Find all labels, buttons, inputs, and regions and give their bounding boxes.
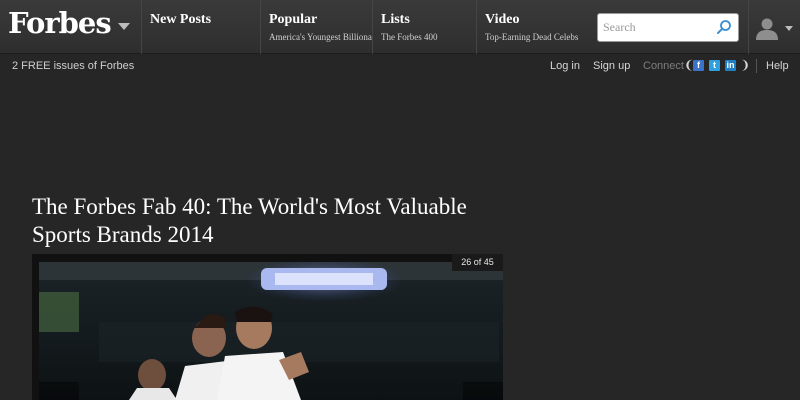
nav-item-video[interactable]: Video Top-Earning Dead Celebs [478, 0, 588, 54]
nav-item-title: Video [485, 12, 520, 27]
subscription-promo-link[interactable]: 2 FREE issues of Forbes [12, 60, 134, 72]
slide-photo[interactable] [39, 262, 503, 400]
slide-counter: 26 of 45 [452, 254, 503, 271]
nav-item-subtitle[interactable]: Top-Earning Dead Celebs [485, 32, 578, 42]
twitter-icon[interactable]: t [709, 60, 720, 71]
chevron-down-icon[interactable] [785, 26, 793, 31]
search-box [597, 13, 739, 42]
slideshow[interactable]: 26 of 45 [32, 254, 503, 400]
article-title: The Forbes Fab 40: The World's Most Valu… [32, 194, 467, 247]
help-link[interactable]: Help [766, 60, 789, 72]
connect-bracket-right-icon: ❩ [740, 58, 751, 72]
nav-item-new-posts[interactable]: New Posts [143, 0, 261, 54]
logo-text: Forbes [8, 6, 112, 40]
nav-item-title: Lists [381, 12, 410, 27]
search-icon[interactable] [716, 19, 732, 35]
top-navigation: Forbes New Posts Popular America's Young… [0, 0, 800, 54]
nav-item-popular[interactable]: Popular America's Youngest Billionaires [262, 0, 373, 54]
nav-item-lists[interactable]: Lists The Forbes 400 [374, 0, 477, 54]
nav-item-title: New Posts [150, 12, 212, 27]
secondary-bar: 2 FREE issues of Forbes Log in Sign up C… [0, 55, 800, 78]
nav-item-subtitle[interactable]: The Forbes 400 [381, 32, 438, 42]
linkedin-icon[interactable]: in [725, 60, 736, 71]
user-menu[interactable] [748, 0, 800, 54]
signup-link[interactable]: Sign up [593, 60, 630, 72]
chevron-down-icon[interactable] [118, 23, 130, 30]
login-link[interactable]: Log in [550, 60, 580, 72]
facebook-icon[interactable]: f [693, 60, 704, 71]
connect-label: Connect [643, 60, 684, 72]
user-icon[interactable] [755, 16, 779, 40]
nav-item-subtitle[interactable]: America's Youngest Billionaires [269, 32, 372, 42]
forbes-logo[interactable]: Forbes [0, 0, 142, 54]
divider [756, 59, 757, 73]
nav-item-title: Popular [269, 12, 318, 27]
search-input[interactable] [598, 14, 716, 41]
